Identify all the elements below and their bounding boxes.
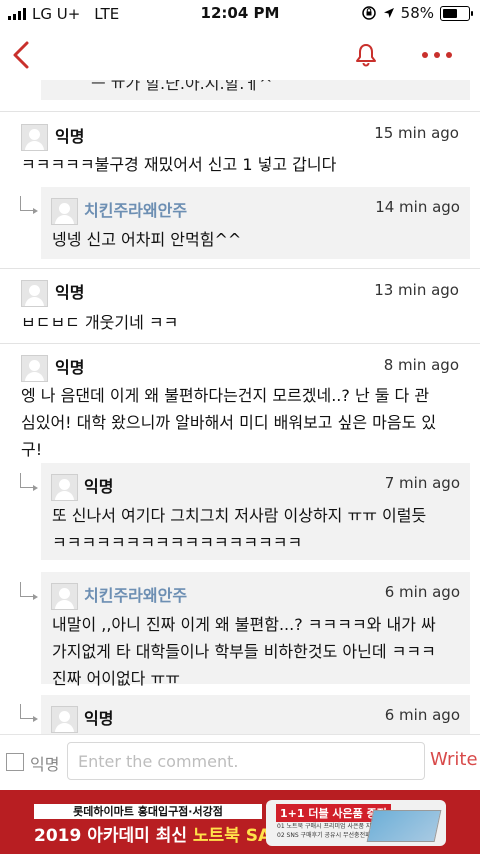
reply-box: 익명 6 min ago: [41, 695, 470, 734]
comment-author: 익명: [55, 283, 85, 302]
avatar: [21, 355, 48, 382]
bell-icon[interactable]: [354, 42, 378, 68]
reply-author[interactable]: 치킨주라왜안주: [84, 582, 187, 606]
chevron-left-icon[interactable]: [10, 40, 34, 70]
reply-box: 치킨주라왜안주 6 min ago 내말이 ,,아니 진짜 이게 왜 불편함..…: [41, 572, 470, 688]
reply-time: 6 min ago: [384, 583, 460, 601]
reply-time: 14 min ago: [375, 198, 460, 216]
reply-arrow-icon: [20, 473, 38, 491]
avatar: [51, 706, 78, 733]
reply-box: 치킨주라왜안주 14 min ago 넹넹 신고 어차피 안먹힘^^: [41, 187, 470, 259]
reply-text-line: ㅋㅋㅋㅋㅋㅋㅋㅋㅋㅋㅋㅋㅋㅋㅋㅋㅋ: [52, 533, 303, 552]
reply-text-line: 가지없게 타 대학들이나 학부들 비하한것도 아닌데 ㅋㅋㅋ: [52, 642, 436, 661]
battery-icon: [440, 5, 473, 21]
reply-text: ㅡ ㅠ가 할.단.아.시.할.ㅔ^: [91, 80, 273, 93]
avatar: [21, 124, 48, 151]
avatar: [21, 280, 48, 307]
reply-box: ㅡ ㅠ가 할.단.아.시.할.ㅔ^: [41, 80, 470, 100]
more-dots-icon[interactable]: [422, 52, 452, 58]
comment-time: 13 min ago: [374, 281, 459, 299]
reply-time: 7 min ago: [384, 474, 460, 492]
anonymous-checkbox[interactable]: [6, 753, 24, 771]
avatar: [51, 474, 78, 501]
rotation-lock-icon: [361, 6, 376, 20]
ad-line-1: 롯데하이마트 홍대입구점·서강점: [34, 804, 262, 819]
ad-banner[interactable]: 롯데하이마트 홍대입구점·서강점 2019 아카데미 최신 노트북 SALE 1…: [0, 790, 480, 854]
comment-time: 8 min ago: [383, 356, 459, 374]
comment-composer: 익명 Write: [0, 734, 480, 791]
reply-box: 익명 7 min ago 또 신나서 여기다 그치그치 저사람 이상하지 ㅠㅠ …: [41, 463, 470, 560]
reply-author[interactable]: 치킨주라왜안주: [84, 197, 187, 221]
comment-input[interactable]: [67, 742, 425, 780]
laptop-image: [366, 810, 442, 842]
ad-line-2: 2019 아카데미 최신: [34, 826, 193, 846]
reply-author: 익명: [84, 477, 114, 496]
avatar: [51, 198, 78, 225]
write-button[interactable]: Write: [430, 749, 478, 770]
battery-percent: 58%: [400, 4, 434, 22]
avatar: [51, 583, 78, 610]
reply-text: 넹넹 신고 어차피 안먹힘^^: [52, 230, 242, 249]
location-icon: [383, 8, 394, 18]
reply-arrow-icon: [20, 582, 38, 600]
comment-text-line: 엥 나 음댄데 이게 왜 불편하다는건지 모르겠네..? 난 둘 다 관: [21, 386, 430, 405]
comment-text-line: 구!: [21, 440, 43, 459]
reply-text-line: 진짜 어이없다 ㅠㅠ: [52, 669, 180, 688]
reply-arrow-icon: [20, 704, 38, 722]
anonymous-label: 익명: [30, 755, 60, 774]
comment-author: 익명: [55, 358, 85, 377]
comment-text-line: 심있어! 대학 왔으니까 알바해서 미디 배워보고 싶은 마음도 있: [21, 413, 437, 432]
ad-sub-1: 01 노트북 구매시 프리미엄 사은품 지급: [277, 823, 377, 830]
comment-text: ㅂㄷㅂㄷ 개웃기네 ㅋㅋ: [21, 313, 179, 332]
status-bar: LG U+ LTE 12:04 PM 58%: [0, 0, 480, 28]
reply-author: 익명: [84, 709, 114, 728]
comment-time: 15 min ago: [374, 124, 459, 142]
reply-text-line: 또 신나서 여기다 그치그치 저사람 이상하지 ㅠㅠ 이럴듯: [52, 506, 427, 525]
reply-text-line: 내말이 ,,아니 진짜 이게 왜 불편함...? ㅋㅋㅋㅋ와 내가 싸: [52, 615, 436, 634]
comment-list[interactable]: ㅡ ㅠ가 할.단.아.시.할.ㅔ^ 익명 15 min ago ㅋㅋㅋㅋㅋ불구경…: [0, 80, 480, 734]
nav-bar: [0, 28, 480, 80]
reply-time: 6 min ago: [384, 706, 460, 724]
comment-author: 익명: [55, 127, 85, 146]
comment-text: ㅋㅋㅋㅋㅋ불구경 재밌어서 신고 1 넣고 갑니다: [21, 155, 337, 174]
reply-arrow-icon: [20, 196, 38, 214]
